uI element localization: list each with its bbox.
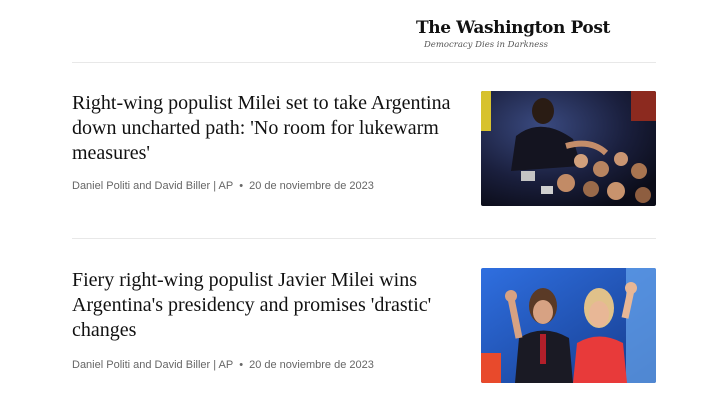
article-thumbnail[interactable] [481,268,656,383]
byline-authors: Daniel Politi and David Biller | AP [72,180,234,192]
article-headline[interactable]: Right-wing populist Milei set to take Ar… [72,91,467,166]
byline-authors: Daniel Politi and David Biller | AP [72,359,234,371]
article-headline[interactable]: Fiery right-wing populist Javier Milei w… [72,268,467,343]
article-byline: Daniel Politi and David Biller | AP • 20 d… [72,359,374,371]
article-thumbnail[interactable] [481,91,656,206]
masthead-tagline: Democracy Dies in Darkness [423,40,549,50]
washington-post-logo[interactable]: The Washington Post [416,18,610,38]
article-byline: Daniel Politi and David Biller | AP • 20 d… [72,180,374,192]
byline-date: 20 de noviembre de 2023 [249,359,374,371]
byline-separator: • [239,359,244,371]
byline-separator: • [239,180,244,192]
article-divider [72,238,656,239]
crowd-photo-image [481,91,656,206]
header-divider [72,62,656,63]
masthead: The Washington Post Democracy Dies in Da… [416,18,610,50]
byline-date: 20 de noviembre de 2023 [249,180,374,192]
celebration-photo-image [481,268,656,383]
